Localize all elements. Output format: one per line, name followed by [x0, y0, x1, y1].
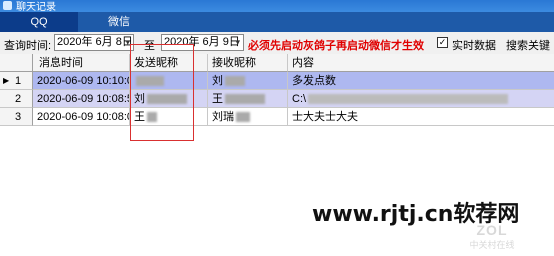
row-pointer-icon: ▶ — [3, 76, 10, 85]
table-row[interactable]: ▶ 1 2020-06-09 10:10:03 刘 多发点数 — [0, 72, 554, 90]
row-number: 1 — [15, 75, 22, 87]
realtime-label: 实时数据 — [452, 40, 496, 52]
cell-time: 2020-06-09 10:10:03 — [33, 72, 130, 90]
column-header-content[interactable]: 内容 — [288, 54, 554, 72]
cell-content: 多发点数 — [288, 72, 554, 90]
header-corner — [0, 54, 33, 72]
date-from-picker[interactable]: 2020年 6月 8日 ▾ — [54, 34, 134, 51]
table-row[interactable]: 3 2020-06-09 10:08:00 王 刘瑞 士大夫士大夫 — [0, 108, 554, 126]
table-row[interactable]: 2 2020-06-09 10:08:54 刘 王 C:\ — [0, 90, 554, 108]
zol-logo-text: ZOL — [476, 222, 508, 238]
column-header-receiver[interactable]: 接收昵称 — [208, 54, 288, 72]
cell-receiver: 刘瑞 — [208, 108, 288, 126]
title-bar: 聊天记录 — [0, 0, 554, 13]
cell-receiver: 王 — [208, 90, 288, 108]
cell-time: 2020-06-09 10:08:54 — [33, 90, 130, 108]
tab-bar: QQ 微信 — [0, 12, 554, 32]
date-from-value: 2020年 6月 8日 — [57, 36, 133, 48]
tab-wechat[interactable]: 微信 — [80, 12, 158, 32]
row-number: 3 — [15, 111, 22, 123]
zol-caption: 中关村在线 — [469, 240, 515, 250]
highlight-box — [130, 44, 194, 141]
zol-watermark: ZOL 中关村在线 — [466, 222, 518, 251]
cell-content: 士大夫士大夫 — [288, 108, 554, 126]
realtime-checkbox[interactable]: ✓ — [437, 37, 448, 48]
filter-bar: 查询时间: 2020年 6月 8日 ▾ 至 2020年 6月 9日 ▾ 必须先启… — [0, 32, 554, 68]
cell-content: C:\ — [288, 90, 554, 108]
row-number: 2 — [15, 93, 22, 105]
table-header: 消息时间 发送昵称 接收昵称 内容 — [0, 54, 554, 72]
column-header-time[interactable]: 消息时间 — [33, 54, 130, 72]
tab-qq[interactable]: QQ — [0, 12, 78, 32]
row-header: ▶ 1 — [0, 72, 33, 90]
query-time-label: 查询时间: — [4, 40, 52, 52]
chevron-down-icon[interactable]: ▾ — [235, 35, 240, 50]
app-icon — [3, 1, 12, 10]
row-header: 2 — [0, 90, 33, 108]
warning-text: 必须先启动灰鸽子再启动微信才生效 — [248, 39, 424, 52]
cell-time: 2020-06-09 10:08:00 — [33, 108, 130, 126]
cell-receiver: 刘 — [208, 72, 288, 90]
row-header: 3 — [0, 108, 33, 126]
